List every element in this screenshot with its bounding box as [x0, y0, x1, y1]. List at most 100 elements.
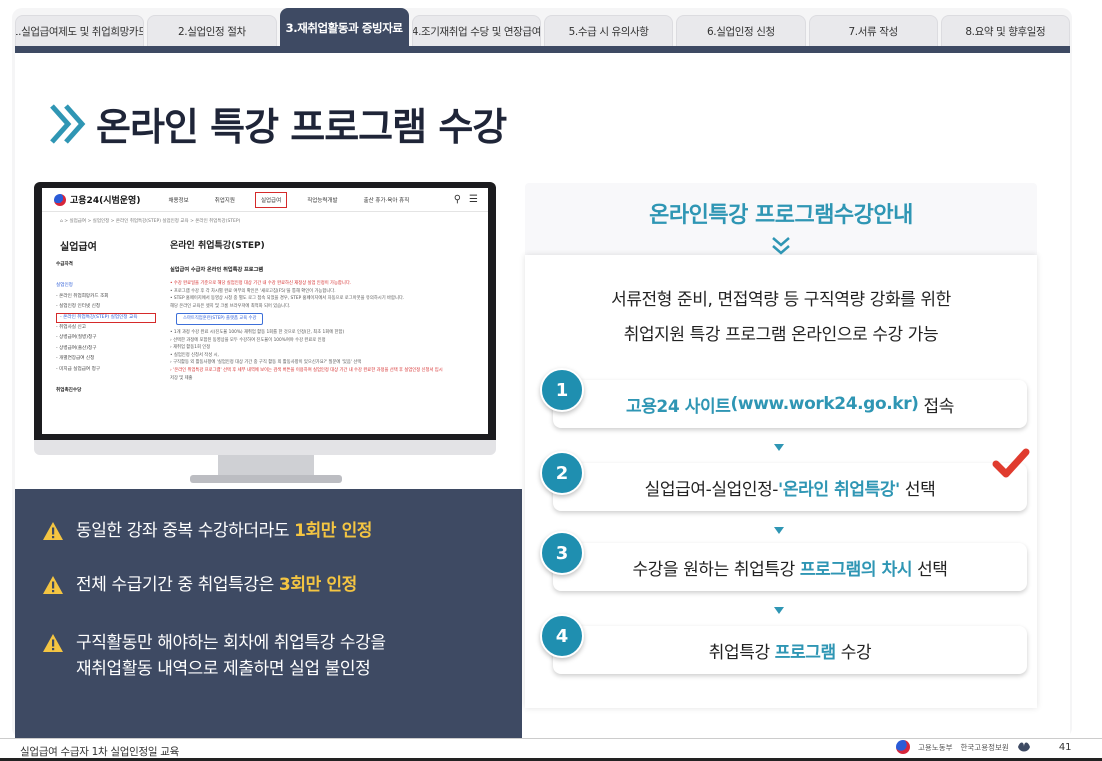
step-text: 접속 — [918, 396, 955, 417]
warning-text-main: 동일한 강좌 중복 수강하더라도 — [76, 521, 295, 541]
step-3-box: 수강을 원하는 취업특강 프로그램의 차시 선택 — [553, 543, 1027, 591]
step-text: 취업특강 — [708, 642, 775, 663]
site-body: • 수강 완료일을 기준으로 해당 실업인정 대상 기간 내 수강 완료하신 재… — [170, 280, 480, 382]
site-header: 고용24(시범운영) 채용정보 취업지원 실업급여 직업능력개발 출산 휴가·육아 휴직… — [42, 188, 488, 212]
site-side-item — [56, 375, 156, 386]
site-nav-item: 취업지원 — [214, 197, 235, 204]
step-arrow-icon — [774, 444, 784, 451]
site-body-line: › 구직활동 외 활동사항에 '실업인정 대상 기간 중 구직 활동 외 활동사… — [170, 360, 362, 366]
tab-6[interactable]: 6.실업인정 신청 — [676, 15, 806, 46]
warning-text: 동일한 강좌 중복 수강하더라도 1회만 인정 — [76, 518, 372, 544]
site-side-title: 실업급여 — [60, 242, 97, 253]
page-title: 온라인 특강 프로그램 수강 — [96, 105, 507, 149]
site-body-line: 해당 온라인 교육은 엣지 및 크롬 브라우저에 최적화 되어 있습니다. — [170, 303, 291, 309]
warning-highlight: 3회만 인정 — [278, 575, 357, 595]
tab-7[interactable]: 7.서류 작성 — [808, 15, 938, 46]
site-side-item: - 취업사실 신고 — [56, 324, 86, 330]
site-body-line: › 선택한 과정에 포함된 동영상을 모두 수강하여 진도율이 100%여야 수… — [170, 337, 326, 343]
chapter-tabs: 1.실업급여제도 및 취업희망카드 2.실업인정 절차 3.재취업활동과 증빙자료 4… — [15, 8, 1070, 46]
step-arrow-icon — [774, 607, 784, 614]
menu-icon: ☰ — [469, 194, 478, 205]
site-side-menu: 수급자격 실업인정 - 온라인 취업희망카드 조회 - 실업인정 인터넷 신청 - 온라… — [56, 260, 156, 396]
step-text: 프로그램 — [774, 642, 836, 663]
site-side-item: 수급자격 — [56, 262, 73, 267]
step-text: 수강을 원하는 취업특강 — [632, 559, 800, 580]
warning-text-main: 전체 수급기간 중 취업특강은 — [76, 575, 279, 595]
step-text: 실업급여-실업인정- — [644, 479, 779, 500]
step-4-box: 취업특강 프로그램 수강 — [553, 626, 1027, 674]
double-chevron-down-icon — [772, 237, 790, 255]
warning-text-second-line: 재취업활동 내역으로 제출하면 실업 불인정 — [76, 659, 371, 679]
slide: 1.실업급여제도 및 취업희망카드 2.실업인정 절차 3.재취업활동과 증빙자료 4… — [0, 0, 1102, 761]
checkmark-icon — [992, 448, 1030, 478]
site-side-item: - 개별연장급여 신청 — [56, 356, 95, 361]
step-1-box: 고용24 사이트 (www.work24.go.kr) 접속 — [553, 380, 1027, 428]
monitor-chin — [34, 440, 496, 455]
step-text: 고용24 사이트 — [625, 396, 731, 417]
tab-2[interactable]: 2.실업인정 절차 — [147, 15, 277, 46]
warning-text: 구직활동만 해야하는 회차에 취업특강 수강을재취업활동 내역으로 제출하면 실… — [76, 630, 386, 682]
tab-5[interactable]: 5.수급 시 유의사항 — [544, 15, 674, 46]
tab-1[interactable]: 1.실업급여제도 및 취업희망카드 — [15, 15, 145, 46]
site-body-line: › 재취업 활동1회 인정 — [170, 345, 211, 351]
site-header-icons: ⚲ ☰ — [454, 194, 478, 205]
step-text: 선택 — [912, 559, 948, 580]
site-logo-text: 고용24(시범운영) — [70, 196, 141, 206]
warning-item: 전체 수급기간 중 취업특강은 3회만 인정 — [42, 572, 357, 598]
warning-text: 전체 수급기간 중 취업특강은 3회만 인정 — [76, 572, 357, 598]
footer-divider — [0, 738, 1102, 739]
site-side-item: 취업촉진수당 — [56, 387, 82, 393]
site-body-line: • 프로그램 수강 후 각 차시별 완료 여부의 확인은 '새로고침(F5)'을… — [170, 288, 336, 294]
step-3-number: 3 — [540, 531, 584, 575]
site-logo-icon — [54, 193, 66, 206]
footer-caption: 실업급여 수급자 1차 실업인정일 교육 — [20, 746, 179, 758]
site-nav: 채용정보 취업지원 실업급여 직업능력개발 출산 휴가·육아 휴직 — [168, 191, 410, 208]
tab-3[interactable]: 3.재취업활동과 증빙자료 — [279, 8, 409, 46]
tab-bar-underline — [15, 46, 1070, 53]
double-chevron-right-icon — [50, 103, 86, 144]
page-number: 41 — [1058, 741, 1072, 753]
guide-desc-line2: 취업지원 특강 프로그램 온라인으로 수강 가능 — [623, 325, 939, 345]
site-body-line: • 1개 과정 수강 완료 시(진도율 100%) 재취업 활동 1회를 한 것… — [170, 329, 345, 335]
step-text: 수강 — [835, 642, 872, 663]
search-icon: ⚲ — [453, 194, 462, 205]
site-section-title: 실업급여 수급자 온라인 취업특강 프로그램 — [170, 267, 264, 273]
warning-highlight: 1회만 인정 — [294, 521, 373, 541]
site-body-line: › '온라인 취업특강 프로그램' 선택 후 세부 내역에 보이는 검색 버튼을… — [170, 367, 443, 373]
guide-title: 온라인특강 프로그램수강안내 — [649, 203, 913, 228]
tab-4[interactable]: 4.조기재취업 수당 및 연장급여 — [411, 15, 541, 46]
site-nav-item: 채용정보 — [168, 197, 189, 204]
site-side-item: - 실업인정 인터넷 신청 — [56, 304, 101, 309]
site-nav-item: 실업급여 — [254, 191, 288, 208]
warning-icon — [43, 634, 63, 652]
site-nav-item: 직업능력개발 — [307, 197, 338, 204]
warning-item: 구직활동만 해야하는 회차에 취업특강 수강을재취업활동 내역으로 제출하면 실… — [42, 630, 386, 682]
site-side-item: 실업인정 — [56, 283, 73, 288]
agency-name: 한국고용정보원 — [960, 742, 1009, 752]
ministry-logo-icon — [896, 740, 910, 754]
step-4-number: 4 — [540, 614, 584, 658]
site-body-line: • STEP 홈페이지에서 동영상 시청 중 별도 로그 접속 되었을 경우, … — [170, 296, 405, 302]
site-step-button: 스마트직업훈련(STEP) 플랫폼 교육 수강 — [176, 313, 264, 325]
warning-icon — [43, 576, 63, 594]
site-nav-item: 출산 휴가·육아 휴직 — [363, 197, 410, 204]
footer-logos: 고용노동부 한국고용정보원 41 — [896, 740, 1072, 754]
tab-8[interactable]: 8.요약 및 향후일정 — [940, 15, 1070, 46]
site-side-item: - 온라인 취업특강(STEP) 실업인정 교육 — [56, 312, 156, 323]
monitor-stand — [218, 455, 314, 475]
step-text: '온라인 취업특강' — [778, 479, 900, 500]
step-text: 프로그램의 차시 — [799, 559, 913, 580]
site-side-item: - 상병급여(질병)청구 — [56, 335, 97, 340]
warning-icon — [43, 522, 63, 540]
step-arrow-icon — [774, 527, 784, 534]
site-body-line: 저장 및 제출 — [170, 375, 193, 381]
step-1-number: 1 — [540, 368, 584, 412]
warning-text-main: 구직활동만 해야하는 회차에 취업특강 수강을 — [76, 633, 386, 653]
site-side-item: - 상병급여(출산)청구 — [56, 345, 97, 351]
step-2-number: 2 — [540, 451, 584, 495]
site-side-item — [56, 271, 156, 282]
site-breadcrumb: ⌂ > 실업급여 > 실업인정 > 온라인 취업특강(STEP) 실업인정 교육… — [60, 219, 241, 224]
page-heading: 온라인 특강 프로그램 수강 — [48, 96, 507, 151]
step-text: 선택 — [899, 479, 936, 500]
step-2-box: 실업급여-실업인정- '온라인 취업특강' 선택 — [553, 463, 1027, 511]
